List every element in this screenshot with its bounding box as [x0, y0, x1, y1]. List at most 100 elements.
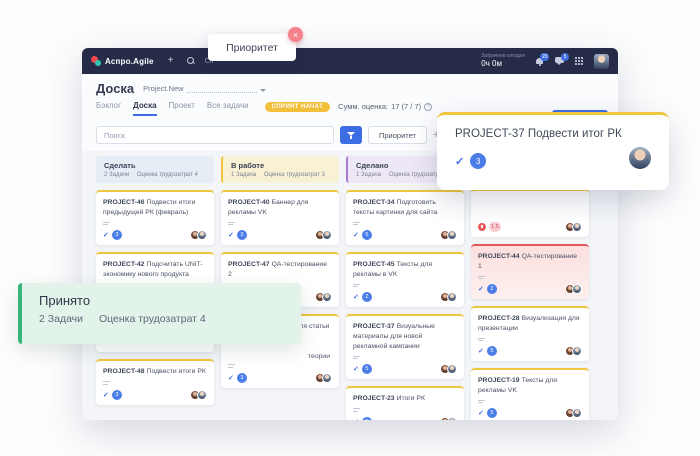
card-footer: ✓ 5 [353, 230, 457, 240]
assignee-avatars [565, 284, 582, 294]
app-logo[interactable]: Аспро.Agile [91, 56, 154, 66]
kanban-card[interactable]: PROJECT-28Визуализация для презентации ✓… [471, 306, 589, 361]
kanban-card[interactable]: PROJECT-19Тексты для рекламы VK ✓ 5 [471, 368, 589, 420]
estimate-badge: 5 [487, 408, 497, 418]
column-header[interactable]: В работе 1 Задача Оценка трудозатрат 3 [221, 156, 339, 183]
messages-icon[interactable]: 5 [555, 57, 564, 65]
kanban-column: 1.5 PROJECT-44QA-тестирование 1 ✓ 2 PROJ… [471, 156, 589, 420]
column-estimate: Оценка трудозатрат 3 [264, 172, 325, 178]
avatar [572, 284, 582, 294]
card-preview-title: PROJECT-37 Подвести итог РК [455, 128, 651, 140]
estimate-badge: 2 [487, 284, 497, 294]
tab-board[interactable]: Доска [133, 101, 156, 116]
card-title: PROJECT-44QA-тестирование 1 [478, 252, 582, 272]
card-title: PROJECT-23Итоги РК [353, 394, 457, 404]
accepted-estimate: Оценка трудозатрат 4 [99, 313, 206, 325]
kanban-card[interactable]: PROJECT-45Тексты для рекламы в VK ✓ 2 [346, 252, 464, 307]
filter-button[interactable] [340, 126, 362, 144]
card-title: PROJECT-46Подвести итоги предыдущей РК (… [103, 198, 207, 218]
card-footer: ✓ 3 [103, 390, 207, 400]
kanban-card[interactable]: PROJECT-37Визуальные материалы для новой… [346, 314, 464, 379]
time-tracker-value: 0ч 0м [481, 59, 525, 68]
column-task-count: 1 Задача [231, 172, 256, 178]
overdue-alarm-icon [478, 223, 486, 231]
column-estimate: Оценка трудозатрат 4 [137, 172, 198, 178]
check-icon: ✓ [353, 293, 359, 301]
help-icon[interactable]: ? [424, 103, 432, 111]
description-icon [478, 400, 485, 404]
kanban-card[interactable]: PROJECT-46Подвести итоги предыдущей РК (… [96, 190, 214, 245]
project-select[interactable]: Project.New [143, 84, 265, 93]
priority-filter-chip[interactable]: Приоритет [368, 126, 427, 144]
avatar [572, 222, 582, 232]
assignee-avatars [565, 346, 582, 356]
kanban-card[interactable]: PROJECT-44QA-тестирование 1 ✓ 2 [471, 244, 589, 299]
assignee-avatars [190, 390, 207, 400]
kanban-card[interactable]: PROJECT-23Итоги РК ✓ 5 [346, 386, 464, 420]
avatar [572, 408, 582, 418]
kanban-card[interactable]: 1.5 [471, 189, 589, 237]
card-footer: ✓ 3 [228, 230, 332, 240]
check-icon: ✓ [478, 409, 484, 417]
description-icon [353, 284, 360, 288]
notifications-bell-icon[interactable]: 20 [536, 57, 544, 66]
card-code: PROJECT-44 [478, 253, 520, 260]
card-code: PROJECT-47 [228, 261, 270, 268]
search-input[interactable] [96, 126, 334, 144]
page-title: Доска [96, 81, 134, 96]
card-estimate: ✓ 2 [353, 292, 372, 302]
assignee-avatars [315, 292, 332, 302]
sprint-status-badge: СПРИНТ НАЧАТ [265, 102, 331, 112]
top-navbar: Аспро.Agile + Сп Затрачено сегодня 0ч 0м… [82, 48, 618, 74]
chevron-down-icon [260, 89, 266, 92]
card-footer: ✓ 3 [228, 373, 332, 383]
column-header[interactable]: Сделать 2 Задачи Оценка трудозатрат 4 [96, 156, 214, 183]
time-tracker: Затрачено сегодня 0ч 0м [481, 54, 525, 69]
estimate-badge: 3 [112, 230, 122, 240]
tab-backlog[interactable]: Бэклог [96, 101, 121, 116]
card-title: PROJECT-42Подсчитать UNIT-экономику ново… [103, 260, 207, 280]
summary-estimate: Сумм. оценка: 17 (7 / 7) ? [338, 102, 432, 111]
description-icon [478, 276, 485, 280]
check-icon: ✓ [103, 231, 109, 239]
kanban-card[interactable]: PROJECT-34Подготовить тексты картинки дл… [346, 190, 464, 245]
estimate-badge: 5 [487, 346, 497, 356]
assignee-avatars [315, 230, 332, 240]
estimate-badge: 3 [112, 390, 122, 400]
kanban-card[interactable]: PROJECT-40Баннер для рекламы VK ✓ 3 [221, 190, 339, 245]
tab-all-tasks[interactable]: Все задачи [207, 101, 249, 116]
column-name: Сделать [104, 161, 206, 170]
avatar [197, 390, 207, 400]
apps-grid-icon[interactable] [575, 57, 583, 65]
card-title: PROJECT-37Визуальные материалы для новой… [353, 322, 457, 352]
column-meta: 2 Задачи Оценка трудозатрат 4 [104, 172, 206, 178]
close-icon[interactable]: × [288, 27, 303, 42]
estimate-badge: 5 [362, 364, 372, 374]
card-title [478, 209, 582, 219]
description-icon [353, 222, 360, 226]
card-title-tail: теории [228, 353, 332, 360]
estimate-badge: 5 [362, 230, 372, 240]
app-window: Аспро.Agile + Сп Затрачено сегодня 0ч 0м… [82, 48, 618, 420]
add-icon[interactable]: + [168, 56, 174, 66]
kanban-card[interactable]: PROJECT-48Подвести итоги РК ✓ 3 [96, 359, 214, 404]
check-icon: ✓ [353, 231, 359, 239]
card-title: PROJECT-40Баннер для рекламы VK [228, 198, 332, 218]
card-estimate: ✓ 5 [478, 408, 497, 418]
avatar [197, 230, 207, 240]
aspro-logo-icon [91, 56, 101, 66]
card-code: PROJECT-40 [228, 199, 270, 206]
card-footer: ✓ 2 [478, 284, 582, 294]
card-footer: ✓ 3 [103, 230, 207, 240]
accepted-task-count: 2 Задачи [39, 313, 83, 325]
card-preview-popup[interactable]: PROJECT-37 Подвести итог РК ✓ 3 [437, 112, 669, 190]
app-name: Аспро.Agile [105, 57, 154, 66]
user-avatar[interactable] [594, 54, 609, 69]
tab-project[interactable]: Проект [169, 101, 195, 116]
kanban-column: Сделано 1 Задача Оценка трудозатрат PROJ… [346, 156, 464, 420]
card-footer: ✓ 2 [353, 292, 457, 302]
check-icon: ✓ [228, 231, 234, 239]
description-icon [353, 356, 360, 360]
card-estimate: 1.5 [478, 222, 501, 232]
search-icon[interactable] [187, 57, 195, 65]
